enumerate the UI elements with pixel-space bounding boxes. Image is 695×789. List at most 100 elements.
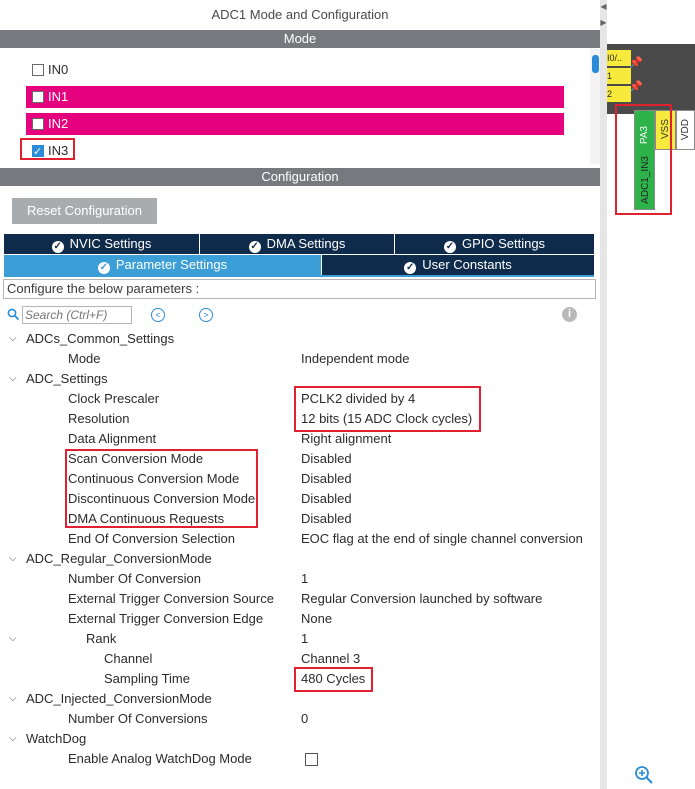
mode-scrollbar-thumb[interactable] [592,55,599,73]
pin-top-0[interactable]: I0/.. [607,50,631,66]
param-name: Clock Prescaler [68,391,160,406]
param-name: Sampling Time [104,671,190,686]
mode-item-in3[interactable]: IN3 [26,140,564,163]
param-name: Resolution [68,411,130,426]
param-value[interactable]: 1 [301,629,308,649]
tab-label: NVIC Settings [69,236,152,251]
tab-underline [4,275,594,277]
param-row-number-of-conversions[interactable]: Number Of Conversions 0 [0,709,600,729]
tab-nvic-settings[interactable]: ✓ NVIC Settings [4,234,199,254]
zoom-in-icon[interactable] [634,765,654,785]
param-row-enable-analog-watchdog[interactable]: Enable Analog WatchDog Mode [0,749,600,769]
param-name: Data Alignment [68,431,157,446]
param-value[interactable]: Regular Conversion launched by software [301,589,542,609]
chevron-down-icon[interactable]: ⌵ [9,369,17,389]
in2-checkbox[interactable] [32,118,44,130]
param-value[interactable]: Right alignment [301,429,391,449]
param-group-adc-injected-conversionmode[interactable]: ⌵ ADC_Injected_ConversionMode [0,689,600,709]
chevron-down-icon[interactable]: ⌵ [9,689,17,709]
param-value[interactable]: Disabled [301,469,352,489]
chevron-down-icon[interactable]: ⌵ [9,549,17,569]
param-value[interactable]: 0 [301,709,308,729]
param-name: Number Of Conversions [68,711,208,726]
param-name: Channel [104,651,153,666]
annotation-box-pinout [615,104,672,215]
check-circle-icon: ✓ [404,262,417,274]
watchdog-checkbox[interactable] [305,753,318,766]
annotation-box-sampling-time [294,667,373,692]
param-value[interactable]: Disabled [301,449,352,469]
chevron-down-icon[interactable]: ⌵ [9,729,17,749]
pushpin-icon: 📌 [629,81,643,93]
param-row-end-of-conversion-selection[interactable]: End Of Conversion Selection EOC flag at … [0,529,600,549]
tab-label: User Constants [422,257,512,272]
mode-item-in1[interactable]: IN1 [26,86,564,108]
param-group-label: Rank [86,631,117,646]
pin-vdd[interactable]: VDD [676,110,695,150]
param-group-rank[interactable]: ⌵ Rank 1 [0,629,600,649]
in1-checkbox[interactable] [32,91,44,103]
param-value[interactable]: Independent mode [301,349,409,369]
expand-arrow-icon[interactable]: ▶ [600,18,607,28]
check-circle-icon: ✓ [443,241,456,253]
tab-dma-settings[interactable]: ✓ DMA Settings [200,234,394,254]
mode-item-in0[interactable]: IN0 [26,59,564,81]
chevron-down-icon[interactable]: ⌵ [9,629,17,649]
arrow-right-icon[interactable]: > [199,308,213,322]
param-value[interactable]: Disabled [301,489,352,509]
param-name: End Of Conversion Selection [68,531,235,546]
param-row-external-trigger-edge[interactable]: External Trigger Conversion Edge None [0,609,600,629]
param-name: External Trigger Conversion Edge [68,611,264,626]
pin-label: VDD [680,119,691,141]
mode-list: IN0 IN1 IN2 IN3 [0,49,590,164]
mode-item-label: IN2 [48,116,69,131]
param-row-data-alignment[interactable]: Data Alignment Right alignment [0,429,600,449]
arrow-left-icon[interactable]: < [151,308,165,322]
param-group-adcs-common-settings[interactable]: ⌵ ADCs_Common_Settings [0,329,600,349]
param-row-mode[interactable]: Mode Independent mode [0,349,600,369]
tab-label: Parameter Settings [115,257,228,272]
collapse-arrow-icon[interactable]: ◀ [600,2,607,12]
info-icon[interactable]: i [562,307,577,322]
in0-checkbox[interactable] [32,64,44,76]
mode-item-in2[interactable]: IN2 [26,113,564,135]
tab-parameter-settings[interactable]: ✓ Parameter Settings [4,255,321,275]
mode-item-label: IN1 [48,89,69,104]
param-group-watchdog[interactable]: ⌵ WatchDog [0,729,600,749]
param-row-external-trigger-source[interactable]: External Trigger Conversion Source Regul… [0,589,600,609]
param-value[interactable]: None [301,609,332,629]
configure-hint: Configure the below parameters : [3,279,596,299]
chevron-down-icon[interactable]: ⌵ [9,329,17,349]
param-value[interactable]: Channel 3 [301,649,360,669]
pin-top-2[interactable]: 2 [607,86,631,102]
check-circle-icon: ✓ [248,241,261,253]
param-row-number-of-conversion[interactable]: Number Of Conversion 1 [0,569,600,589]
tab-gpio-settings[interactable]: ✓ GPIO Settings [395,234,594,254]
param-group-label: ADC_Injected_ConversionMode [26,691,212,706]
annotation-box-in3 [20,138,75,160]
tab-label: DMA Settings [266,236,346,251]
tab-label: GPIO Settings [461,236,546,251]
param-group-label: ADC_Regular_ConversionMode [26,551,212,566]
param-value[interactable]: EOC flag at the end of single channel co… [301,529,583,549]
check-circle-icon: ✓ [97,262,110,274]
annotation-box-conversion-modes [65,449,258,528]
panel-title: ADC1 Mode and Configuration [211,7,389,22]
param-value[interactable]: 1 [301,569,308,589]
param-row-channel[interactable]: Channel Channel 3 [0,649,600,669]
pushpin-icon: 📌 [629,57,643,69]
reset-configuration-button[interactable]: Reset Configuration [12,198,157,224]
search-input[interactable] [22,306,132,324]
panel-splitter[interactable]: ◀ ▶ [600,0,607,789]
param-value[interactable]: Disabled [301,509,352,529]
param-group-adc-regular-conversionmode[interactable]: ⌵ ADC_Regular_ConversionMode [0,549,600,569]
configuration-header: Configuration [0,168,600,186]
check-circle-icon: ✓ [51,241,64,253]
param-name: Number Of Conversion [68,571,201,586]
pin-top-1[interactable]: 1 [607,68,631,84]
tab-user-constants[interactable]: ✓ User Constants [322,255,594,275]
mode-header: Mode [0,30,600,48]
adc-config-panel: ADC1 Mode and Configuration Mode IN0 IN1… [0,0,600,789]
mode-item-label: IN0 [48,62,69,77]
param-name: Enable Analog WatchDog Mode [68,751,252,766]
